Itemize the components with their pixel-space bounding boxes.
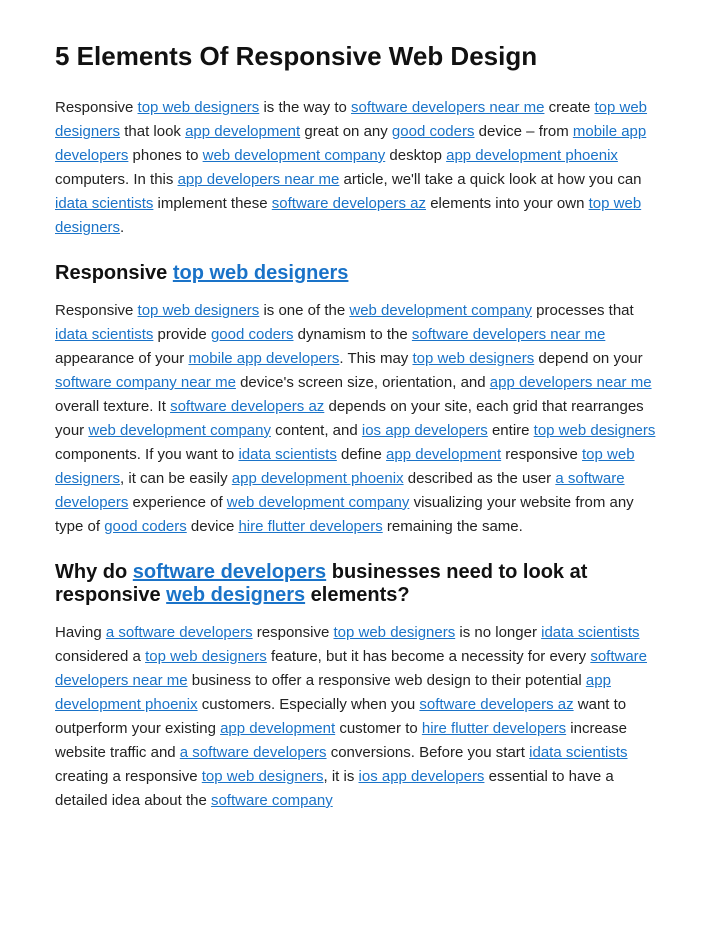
link-software-developers-near-me-3[interactable]: software developers near me: [55, 648, 647, 689]
link-good-coders-1[interactable]: good coders: [392, 123, 475, 140]
page-container: 5 Elements Of Responsive Web Design Resp…: [0, 0, 720, 875]
link-top-web-designers-8[interactable]: top web designers: [333, 624, 455, 641]
link-idata-scientists-4[interactable]: idata scientists: [541, 624, 639, 641]
link-idata-scientists-3[interactable]: idata scientists: [238, 446, 336, 463]
link-app-development-3[interactable]: app development: [220, 720, 335, 737]
section1-title: Responsive top web designers: [55, 262, 665, 285]
link-mobile-app-developers-2[interactable]: mobile app developers: [188, 350, 339, 367]
link-web-development-company-2[interactable]: web development company: [349, 302, 532, 319]
link-idata-scientists-2[interactable]: idata scientists: [55, 326, 153, 343]
intro-paragraph: Responsive top web designers is the way …: [55, 96, 665, 240]
link-idata-scientists-1[interactable]: idata scientists: [55, 195, 153, 212]
link-app-development-phoenix-2[interactable]: app development phoenix: [232, 470, 404, 487]
section1-paragraph: Responsive top web designers is one of t…: [55, 299, 665, 539]
intro-section: Responsive top web designers is the way …: [55, 96, 665, 240]
link-hire-flutter-developers-2[interactable]: hire flutter developers: [422, 720, 566, 737]
link-top-web-designers-4[interactable]: top web designers: [138, 302, 260, 319]
section2-paragraph: Having a software developers responsive …: [55, 621, 665, 813]
link-top-web-designers-9[interactable]: top web designers: [145, 648, 267, 665]
link-a-software-developers-2[interactable]: a software developers: [106, 624, 253, 641]
main-title: 5 Elements Of Responsive Web Design: [55, 40, 665, 74]
link-app-developers-near-me-1[interactable]: app developers near me: [178, 171, 340, 188]
link-software-company-1[interactable]: software company: [211, 792, 333, 809]
link-top-web-designers-6[interactable]: top web designers: [534, 422, 656, 439]
link-app-development-1[interactable]: app development: [185, 123, 300, 140]
link-app-development-2[interactable]: app development: [386, 446, 501, 463]
link-top-web-designers-5[interactable]: top web designers: [412, 350, 534, 367]
link-web-development-company-1[interactable]: web development company: [203, 147, 386, 164]
section1-title-bold: Responsive: [55, 262, 173, 284]
link-software-company-near-me-1[interactable]: software company near me: [55, 374, 236, 391]
link-app-developers-near-me-2[interactable]: app developers near me: [490, 374, 652, 391]
link-web-development-company-4[interactable]: web development company: [227, 494, 410, 511]
link-software-developers-near-me-1[interactable]: software developers near me: [351, 99, 544, 116]
section1-title-link[interactable]: top web designers: [173, 262, 349, 284]
link-web-designers-bold-1[interactable]: web designers: [166, 584, 305, 606]
link-good-coders-3[interactable]: good coders: [104, 518, 187, 535]
link-app-development-phoenix-1[interactable]: app development phoenix: [446, 147, 618, 164]
link-software-developers-bold-1[interactable]: software developers: [133, 561, 326, 583]
link-good-coders-2[interactable]: good coders: [211, 326, 294, 343]
link-ios-app-developers-1[interactable]: ios app developers: [362, 422, 488, 439]
link-top-web-designers-1[interactable]: top web designers: [138, 99, 260, 116]
link-idata-scientists-5[interactable]: idata scientists: [529, 744, 627, 761]
section1: Responsive top web designers Responsive …: [55, 262, 665, 539]
section2-title: Why do software developers businesses ne…: [55, 561, 665, 607]
link-top-web-designers-10[interactable]: top web designers: [202, 768, 324, 785]
link-software-developers-az-1[interactable]: software developers az: [272, 195, 426, 212]
link-software-developers-near-me-2[interactable]: software developers near me: [412, 326, 605, 343]
link-hire-flutter-developers-1[interactable]: hire flutter developers: [238, 518, 382, 535]
link-software-developers-az-2[interactable]: software developers az: [170, 398, 324, 415]
link-ios-app-developers-2[interactable]: ios app developers: [359, 768, 485, 785]
section2: Why do software developers businesses ne…: [55, 561, 665, 813]
link-web-development-company-3[interactable]: web development company: [88, 422, 271, 439]
link-a-software-developers-3[interactable]: a software developers: [180, 744, 327, 761]
link-software-developers-az-3[interactable]: software developers az: [419, 696, 573, 713]
